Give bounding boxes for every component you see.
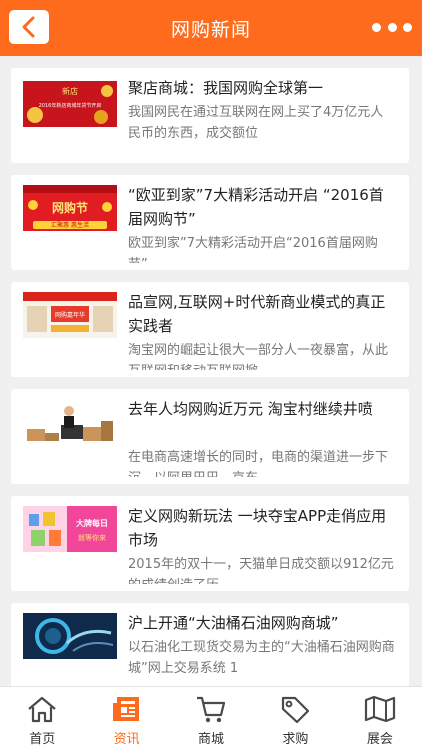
news-card[interactable]: 大牌每日 就等你来 定义网购新玩法 一块夺宝APP走俏应用市场 2015年的双十…	[11, 496, 409, 591]
news-thumbnail: 网购节 汇聚惠 惠生活	[23, 185, 117, 231]
news-title: 定义网购新玩法 一块夺宝APP走俏应用市场	[128, 507, 387, 549]
cart-icon	[197, 696, 226, 723]
news-card[interactable]: 去年人均网购近万元 淘宝村继续井喷 在电商高速增长的同时，电商的渠道进一步下沉。…	[11, 389, 409, 484]
home-icon	[28, 696, 56, 723]
thumb-banner-text: 网购嘉年华	[55, 311, 85, 319]
thumb-caption-text: 2016年新店商城年货节开启	[39, 102, 102, 109]
tab-purchase-label: 求购	[282, 732, 309, 747]
more-dot	[387, 22, 397, 32]
news-title: 聚店商城：我国网购全球第一	[128, 79, 324, 97]
more-dot	[403, 22, 412, 32]
news-card[interactable]: 沪上开通“大油桶石油网购商城” 以石油化工现货交易为主的“大油桶石油网购商城”网…	[11, 603, 409, 686]
tab-expo[interactable]: 展会	[338, 687, 422, 750]
news-summary: 2015年的双十一，天猫单日成交额以912亿元的成绩创造了历	[128, 557, 394, 584]
bottom-tab-bar: 首页 资讯 商城 求购 展会	[0, 686, 422, 750]
thumb-line1-text: 大牌每日	[76, 518, 108, 528]
back-button[interactable]	[9, 10, 49, 44]
news-thumbnail: 大牌每日 就等你来	[23, 506, 117, 552]
thumb-banner-text: 网购节	[52, 200, 88, 215]
tag-icon	[282, 696, 310, 724]
tab-purchase[interactable]: 求购	[253, 687, 337, 750]
news-summary: 以石油化工现货交易为主的“大油桶石油网购商城”网上交易系统 1	[128, 640, 395, 676]
news-card[interactable]: 新店 2016年新店商城年货节开启 聚店商城：我国网购全球第一 我国网民在通过互…	[11, 68, 409, 163]
tab-home[interactable]: 首页	[0, 687, 84, 750]
tab-mall[interactable]: 商城	[169, 687, 253, 750]
map-icon	[364, 695, 395, 723]
chevron-left-icon	[22, 16, 35, 38]
news-icon	[112, 697, 139, 721]
news-title: “欧亚到家”7大精彩活动开启 “2016首届网购节”	[128, 186, 384, 228]
news-card[interactable]: 网购节 汇聚惠 惠生活 “欧亚到家”7大精彩活动开启 “2016首届网购节” 欧…	[11, 175, 409, 270]
thumb-brand-text: 新店	[62, 86, 78, 96]
news-summary: 在电商高速增长的同时，电商的渠道进一步下沉。以阿里巴巴、京东	[128, 450, 389, 477]
news-thumbnail	[23, 613, 117, 659]
tab-home-label: 首页	[29, 732, 56, 747]
more-button[interactable]	[372, 16, 412, 38]
news-title: 品宣网,互联网+时代新商业模式的真正实践者	[128, 293, 386, 335]
tab-expo-label: 展会	[366, 732, 393, 747]
tab-news[interactable]: 资讯	[84, 687, 168, 750]
news-thumbnail: 网购嘉年华	[23, 292, 117, 338]
news-title: 去年人均网购近万元 淘宝村继续井喷	[128, 400, 373, 418]
news-card[interactable]: 网购嘉年华 品宣网,互联网+时代新商业模式的真正实践者 淘宝网的崛起让很大一部分…	[11, 282, 409, 377]
more-dots-icon	[372, 22, 381, 32]
news-thumbnail: 新店 2016年新店商城年货节开启	[23, 81, 117, 127]
tab-news-label: 资讯	[113, 732, 140, 747]
news-title: 沪上开通“大油桶石油网购商城”	[128, 614, 339, 632]
tab-mall-label: 商城	[198, 732, 225, 747]
news-thumbnail	[23, 399, 117, 445]
page-title: 网购新闻	[170, 18, 251, 41]
thumb-sub-text: 汇聚惠 惠生活	[51, 221, 89, 229]
news-summary: 我国网民在通过互联网在网上买了4万亿元人民币的东西，成交额位	[128, 105, 384, 141]
thumb-line2-text: 就等你来	[78, 533, 106, 542]
app-header: 网购新闻	[0, 0, 422, 56]
news-summary: 欧亚到家”7大精彩活动开启“2016首届网购节”	[128, 236, 378, 263]
news-list: 新店 2016年新店商城年货节开启 聚店商城：我国网购全球第一 我国网民在通过互…	[0, 56, 422, 686]
news-summary: 淘宝网的崛起让很大一部分人一夜暴富，从此互联网和移动互联网掀	[128, 343, 389, 370]
